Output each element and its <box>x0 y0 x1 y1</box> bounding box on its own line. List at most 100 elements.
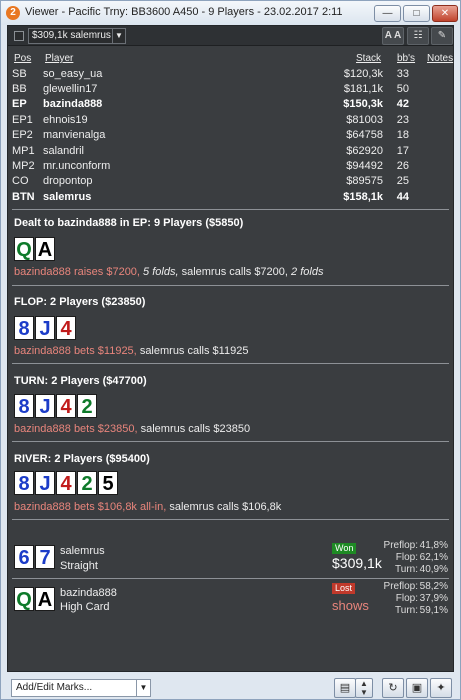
hand-viewer-panel: $309,1k salemrus ▼ A A ☷ ✎ Pos Player St… <box>7 25 454 672</box>
hole-cards: QA <box>14 237 56 261</box>
playing-card: 8 <box>14 471 34 495</box>
player-bbs: 26 <box>396 160 409 173</box>
close-button[interactable]: ✕ <box>432 5 458 22</box>
playing-card: J <box>35 471 55 495</box>
window-title: Viewer - Pacific Trny: BB3600 A450 - 9 P… <box>25 6 343 18</box>
viewer-toolbar: $309,1k salemrus ▼ A A ☷ ✎ <box>8 26 453 46</box>
player-row[interactable]: CO dropontop $89575 25 <box>12 174 449 189</box>
player-name: ehnois19 <box>43 113 88 126</box>
player-notes <box>417 128 449 143</box>
player-pos: CO <box>12 175 29 188</box>
folds-text: 2 folds <box>291 266 324 278</box>
player-select[interactable]: $309,1k salemrus ▼ <box>28 28 126 44</box>
chevron-down-icon[interactable]: ▼ <box>112 29 125 43</box>
header-pos[interactable]: Pos <box>14 53 31 64</box>
equity-value: 58,2% <box>419 581 448 592</box>
player-notes <box>417 174 449 189</box>
viewer-window: 2 Viewer - Pacific Trny: BB3600 A450 - 9… <box>0 0 461 700</box>
playing-card: J <box>35 394 55 418</box>
player-select-value: $309,1k salemrus <box>32 30 111 41</box>
player-bbs: 25 <box>396 175 409 188</box>
equity-label: Turn: <box>395 564 418 575</box>
player-notes <box>417 66 449 81</box>
playing-card: A <box>35 237 55 261</box>
divider <box>12 441 449 442</box>
equity-label: Flop: <box>395 552 418 563</box>
header-player[interactable]: Player <box>45 53 73 64</box>
save-icon[interactable]: ▣ <box>406 678 428 698</box>
header-stack[interactable]: Stack <box>356 53 381 64</box>
player-row[interactable]: MP1 salandril $62920 17 <box>12 143 449 158</box>
font-size-button[interactable]: A A <box>382 27 404 45</box>
player-stack: $181,1k <box>343 83 383 96</box>
player-name: dropontop <box>43 175 93 188</box>
marks-select[interactable]: Add/Edit Marks... ▼ <box>11 679 151 697</box>
spin-icon[interactable]: ▲ ▼ <box>355 678 373 698</box>
showdown-player: salemrus <box>60 545 105 557</box>
player-notes <box>417 143 449 158</box>
grid-button[interactable]: ☷ <box>407 27 429 45</box>
divider <box>12 209 449 210</box>
player-row[interactable]: EP2 manvienalga $64758 18 <box>12 128 449 143</box>
marks-placeholder: Add/Edit Marks... <box>16 682 93 693</box>
player-pos: MP2 <box>12 160 35 173</box>
player-stack: $89575 <box>346 175 383 188</box>
twitter-icon[interactable]: ✦ <box>430 678 452 698</box>
maximize-button[interactable]: □ <box>403 5 430 22</box>
equity-value: 59,1% <box>419 605 448 616</box>
showdown-player: bazinda888 <box>60 587 117 599</box>
player-pos: SB <box>12 67 27 80</box>
player-stack: $81003 <box>346 113 383 126</box>
playing-card: 4 <box>56 471 76 495</box>
player-bbs: 18 <box>396 129 409 142</box>
equity-label: Preflop: <box>383 581 418 592</box>
player-pos: MP1 <box>12 144 35 157</box>
header-notes[interactable]: Notes <box>427 53 453 64</box>
chevron-down-icon[interactable]: ▼ <box>136 680 150 696</box>
player-row[interactable]: EP1 ehnois19 $81003 23 <box>12 112 449 127</box>
player-row[interactable]: SB so_easy_ua $120,3k 33 <box>12 66 449 81</box>
hero-action: bazinda888 raises $7200, <box>14 266 140 278</box>
player-row[interactable]: MP2 mr.unconform $94492 26 <box>12 158 449 173</box>
player-notes <box>417 112 449 127</box>
player-stack: $120,3k <box>343 67 383 80</box>
river-cards: 8J425 <box>14 471 119 495</box>
hero-action: bazinda888 bets $11925, <box>14 345 137 357</box>
player-stack: $94492 <box>346 160 383 173</box>
header-bbs[interactable]: bb's <box>397 53 415 64</box>
preflop-action: bazinda888 raises $7200, 5 folds, salemr… <box>14 266 323 278</box>
equity-label: Flop: <box>395 593 418 604</box>
villain-action: salemrus calls $11925 <box>139 345 249 357</box>
playing-card: 4 <box>56 394 76 418</box>
turn-action: bazinda888 bets $23850, salemrus calls $… <box>14 423 250 435</box>
player-pos: BTN <box>12 190 35 203</box>
player-row[interactable]: EP bazinda888 $150,3k 42 <box>12 97 449 112</box>
minimize-button[interactable]: — <box>374 5 401 22</box>
equity-value: 62,1% <box>419 552 448 563</box>
edit-button[interactable]: ✎ <box>431 27 453 45</box>
preflop-header: Dealt to bazinda888 in EP: 9 Players ($5… <box>14 217 244 229</box>
player-bbs: 33 <box>396 67 409 80</box>
flop-action: bazinda888 bets $11925, salemrus calls $… <box>14 345 248 357</box>
playing-card: J <box>35 316 55 340</box>
turn-cards: 8J42 <box>14 394 98 418</box>
playing-card: 8 <box>14 394 34 418</box>
player-pos: BB <box>12 83 27 96</box>
select-checkbox[interactable] <box>14 31 24 41</box>
player-bbs: 50 <box>396 83 409 96</box>
player-pos: EP <box>12 98 27 111</box>
clipboard-icon[interactable]: ▤ <box>334 678 356 698</box>
playing-card: 7 <box>35 545 55 569</box>
refresh-icon[interactable]: ↻ <box>382 678 404 698</box>
player-name: manvienalga <box>43 129 106 142</box>
showdown-cards: 67 <box>14 545 56 569</box>
playing-card: 4 <box>56 316 76 340</box>
equity-value: 40,9% <box>419 564 448 575</box>
title-bar[interactable]: 2 Viewer - Pacific Trny: BB3600 A450 - 9… <box>1 1 460 25</box>
player-row[interactable]: BB glewellin17 $181,1k 50 <box>12 81 449 96</box>
hero-action: bazinda888 bets $23850, <box>14 423 138 435</box>
player-bbs: 23 <box>396 113 409 126</box>
player-row[interactable]: BTN salemrus $158,1k 44 <box>12 189 449 204</box>
divider <box>12 363 449 364</box>
equity-label: Turn: <box>395 605 418 616</box>
